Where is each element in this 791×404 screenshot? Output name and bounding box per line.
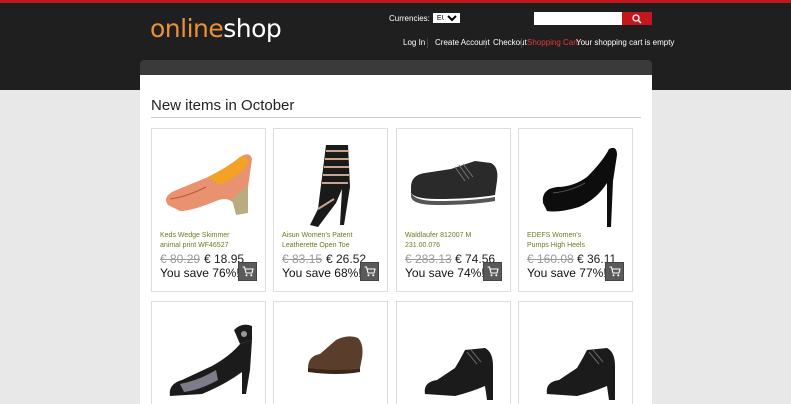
- cart-icon: [364, 266, 376, 277]
- product-image[interactable]: [278, 137, 384, 227]
- product-card[interactable]: [151, 301, 266, 404]
- product-image[interactable]: [523, 137, 629, 227]
- nav-divider: [485, 38, 486, 48]
- product-name[interactable]: EDEFS Women's Pumps High Heels Plateau: [527, 231, 599, 251]
- currency-label: Currencies:: [389, 13, 430, 23]
- login-link[interactable]: Log In: [403, 38, 425, 47]
- savings-text: You save 76%!: [160, 266, 240, 280]
- old-price: € 283.13: [405, 252, 452, 266]
- product-image[interactable]: [278, 310, 384, 400]
- savings-text: You save 68%!: [282, 266, 362, 280]
- savings-text: You save 77%!: [527, 266, 607, 280]
- product-card[interactable]: [396, 301, 511, 404]
- category-menu-bar: [140, 60, 652, 75]
- product-name[interactable]: Keds Wedge Skimmer animal print WF46527: [160, 231, 232, 251]
- page-title: New items in October: [151, 97, 295, 114]
- add-to-cart-button[interactable]: [360, 262, 379, 281]
- add-to-cart-button[interactable]: [483, 262, 502, 281]
- cart-icon: [242, 266, 254, 277]
- product-card[interactable]: Keds Wedge Skimmer animal print WF46527 …: [151, 128, 266, 292]
- product-image[interactable]: [156, 310, 262, 400]
- title-divider: [151, 117, 641, 118]
- logo-text-online: online: [150, 14, 224, 43]
- add-to-cart-button[interactable]: [238, 262, 257, 281]
- site-logo[interactable]: onlineshop: [150, 14, 282, 43]
- product-image[interactable]: [401, 137, 507, 227]
- nav-divider: [521, 38, 522, 48]
- cart-status: Your shopping cart is empty: [576, 38, 675, 47]
- old-price: € 160.08: [527, 252, 574, 266]
- logo-text-shop: shop: [223, 14, 282, 43]
- add-to-cart-button[interactable]: [605, 262, 624, 281]
- create-account-link[interactable]: Create Account: [435, 38, 490, 47]
- search-icon: [632, 13, 642, 23]
- currency-select[interactable]: EUR: [432, 13, 460, 23]
- savings-text: You save 74%!: [405, 266, 485, 280]
- product-image[interactable]: [401, 310, 507, 400]
- product-image[interactable]: [156, 137, 262, 227]
- product-name[interactable]: Aisun Women's Patent Leatherette Open To…: [282, 231, 354, 251]
- search-button[interactable]: [622, 12, 652, 25]
- currency-selector: Currencies: EUR: [389, 13, 460, 23]
- shopping-cart-link[interactable]: Shopping Cart:: [527, 38, 580, 47]
- product-card[interactable]: Waldlaufer 812007 M 231.00.076 8076NWRFE…: [396, 128, 511, 292]
- search-input[interactable]: [534, 12, 622, 25]
- old-price: € 83.15: [282, 252, 323, 266]
- product-name[interactable]: Waldlaufer 812007 M 231.00.076 8076NWRFE…: [405, 231, 477, 251]
- product-image[interactable]: [523, 310, 629, 400]
- product-card[interactable]: EDEFS Women's Pumps High Heels Plateau €…: [518, 128, 633, 292]
- product-card[interactable]: [518, 301, 633, 404]
- old-price: € 80.29: [160, 252, 201, 266]
- cart-icon: [487, 266, 499, 277]
- product-card[interactable]: [273, 301, 388, 404]
- cart-icon: [609, 266, 621, 277]
- product-card[interactable]: Aisun Women's Patent Leatherette Open To…: [273, 128, 388, 292]
- nav-divider: [427, 38, 428, 48]
